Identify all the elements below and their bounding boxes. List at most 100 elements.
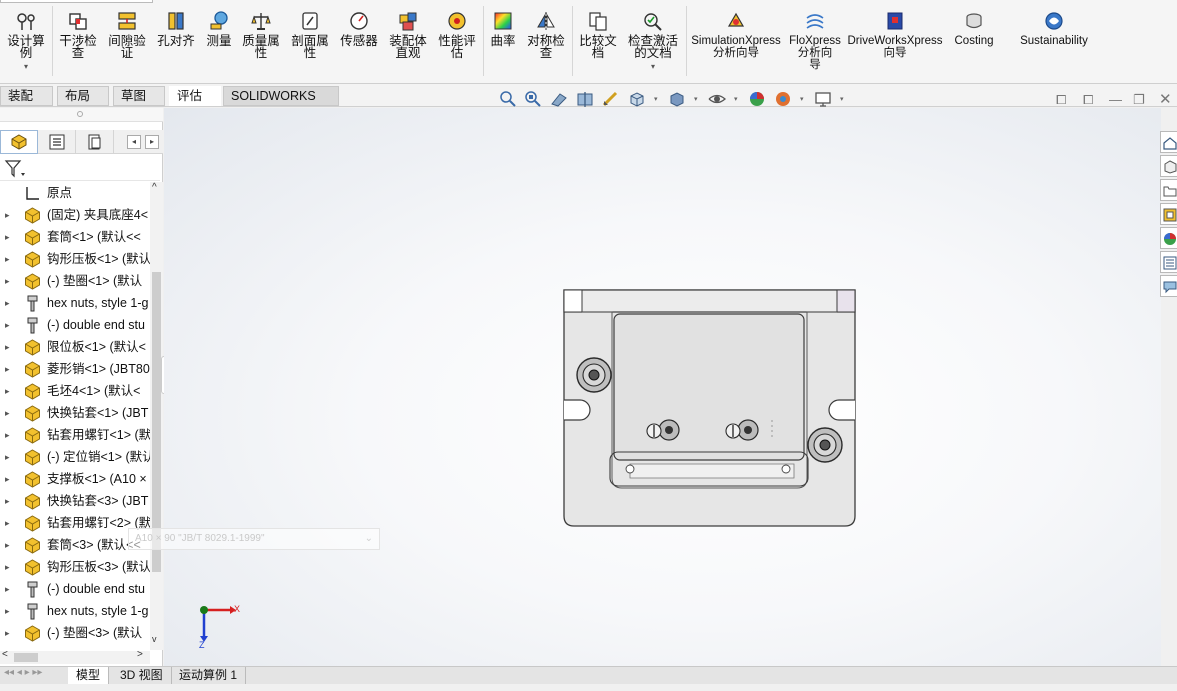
- scrollbar-thumb[interactable]: [14, 653, 38, 662]
- section-properties-button[interactable]: 剖面属 性: [288, 10, 332, 76]
- expand-arrow-icon[interactable]: ▸: [5, 424, 10, 446]
- tree-item[interactable]: ▸ 快换钻套<1> (JBT: [0, 402, 150, 424]
- design-study-button[interactable]: 设计算 例 ▾: [4, 10, 48, 76]
- tab-model[interactable]: 模型: [68, 667, 110, 684]
- close-icon[interactable]: ✕: [1159, 90, 1172, 108]
- zoom-to-area-icon[interactable]: [524, 90, 542, 108]
- chevron-down-icon[interactable]: ▾: [840, 95, 844, 103]
- hole-alignment-button[interactable]: 孔对齐: [154, 10, 198, 76]
- chevron-down-icon[interactable]: ▾: [734, 95, 738, 103]
- measure-button[interactable]: 测量: [202, 10, 236, 76]
- expand-arrow-icon[interactable]: ▸: [5, 380, 10, 402]
- scroll-right-icon[interactable]: >: [137, 649, 143, 660]
- filter-icon[interactable]: [4, 159, 26, 179]
- tree-item[interactable]: ▸ (-) double end stu: [0, 314, 150, 336]
- assembly-visualization-button[interactable]: 装配体 直观: [386, 10, 430, 76]
- expand-arrow-icon[interactable]: ▸: [5, 336, 10, 358]
- hide-show-items-icon[interactable]: [708, 90, 726, 108]
- interference-check-button[interactable]: 干涉检 查: [56, 10, 100, 76]
- edit-appearance-icon[interactable]: [748, 90, 766, 108]
- home-icon[interactable]: [1160, 131, 1177, 153]
- nav-arrows-icon[interactable]: ◂◂ ◂ ▸ ▸▸: [4, 667, 42, 678]
- scrollbar-thumb[interactable]: [152, 272, 161, 572]
- floxpress-button[interactable]: FloXpress 分析向 导: [786, 10, 844, 76]
- expand-arrow-icon[interactable]: ▸: [5, 490, 10, 512]
- tree-item[interactable]: ▸ hex nuts, style 1-g: [0, 600, 150, 622]
- mass-properties-button[interactable]: 质量属 性: [240, 10, 282, 76]
- tree-item[interactable]: ▸ 钩形压板<3> (默认: [0, 556, 150, 578]
- tree-item[interactable]: 原点: [0, 182, 150, 204]
- tab-configuration-manager[interactable]: [76, 130, 114, 154]
- expand-arrow-icon[interactable]: ▸: [5, 512, 10, 534]
- expand-arrow-icon[interactable]: ▸: [5, 314, 10, 336]
- forum-icon[interactable]: [1160, 275, 1177, 297]
- display-style-icon[interactable]: [668, 90, 686, 108]
- expand-arrow-icon[interactable]: ▸: [5, 358, 10, 380]
- tab-scroll-right-icon[interactable]: ▸: [145, 135, 159, 149]
- expand-arrow-icon[interactable]: ▸: [5, 270, 10, 292]
- tree-item[interactable]: ▸ hex nuts, style 1-g: [0, 292, 150, 314]
- sensor-button[interactable]: 传感器: [338, 10, 380, 76]
- expand-arrow-icon[interactable]: ▸: [5, 446, 10, 468]
- chevron-down-icon[interactable]: ▾: [694, 95, 698, 103]
- expand-arrow-icon[interactable]: ▸: [5, 534, 10, 556]
- previous-view-icon[interactable]: [550, 90, 568, 108]
- tree-item[interactable]: ▸ (-) double end stu: [0, 578, 150, 600]
- driveworksxpress-button[interactable]: DriveWorksXpress 向导: [846, 10, 944, 76]
- view-orientation-icon[interactable]: [628, 90, 646, 108]
- custom-properties-icon[interactable]: [1160, 251, 1177, 273]
- expand-arrow-icon[interactable]: ▸: [5, 226, 10, 248]
- tree-item[interactable]: ▸ (-) 定位销<1> (默认: [0, 446, 150, 468]
- tree-item[interactable]: ▸ 钻套用螺钉<1> (默: [0, 424, 150, 446]
- expand-arrow-icon[interactable]: ▸: [5, 402, 10, 424]
- sustainability-button[interactable]: Sustainability: [1012, 10, 1096, 76]
- expand-arrow-icon[interactable]: ▸: [5, 468, 10, 490]
- tree-item[interactable]: ▸ 套筒<1> (默认<<: [0, 226, 150, 248]
- tab-motion-study-1[interactable]: 运动算例 1: [171, 667, 247, 684]
- expand-arrow-icon[interactable]: ▸: [5, 622, 10, 644]
- tab-scroll-left-icon[interactable]: ◂: [127, 135, 141, 149]
- tree-item[interactable]: ▸ 支撑板<1> (A10 ×: [0, 468, 150, 490]
- scroll-down-icon[interactable]: v: [152, 634, 157, 644]
- minimize-icon[interactable]: —: [1109, 92, 1122, 107]
- tile-left-icon[interactable]: ⧠: [1056, 92, 1066, 108]
- tree-item[interactable]: ▸ (固定) 夹具底座4<: [0, 204, 150, 226]
- expand-arrow-icon[interactable]: ▸: [5, 292, 10, 314]
- chevron-down-icon[interactable]: ▾: [800, 95, 804, 103]
- tab-sketch[interactable]: 草图: [113, 86, 165, 106]
- tree-filter[interactable]: [0, 157, 160, 181]
- tile-right-icon[interactable]: ⧠: [1083, 92, 1093, 108]
- zoom-to-fit-icon[interactable]: [499, 90, 517, 108]
- scroll-up-icon[interactable]: ^: [152, 182, 157, 193]
- tree-vertical-scrollbar[interactable]: ^ v: [150, 182, 163, 650]
- expand-arrow-icon[interactable]: ▸: [5, 248, 10, 270]
- tab-layout[interactable]: 布局: [57, 86, 109, 106]
- costing-button[interactable]: Costing: [948, 10, 1000, 76]
- tree-item[interactable]: ▸ (-) 垫圈<3> (默认: [0, 622, 150, 644]
- performance-evaluation-button[interactable]: 性能评 估: [436, 10, 478, 76]
- check-active-document-button[interactable]: 检查激活 的文档 ▾: [624, 10, 682, 76]
- tree-item[interactable]: ▸ 限位板<1> (默认<: [0, 336, 150, 358]
- tab-property-manager[interactable]: [38, 130, 76, 154]
- expand-arrow-icon[interactable]: ▸: [5, 204, 10, 226]
- chevron-down-icon[interactable]: ▾: [651, 61, 655, 73]
- scroll-left-icon[interactable]: <: [2, 649, 8, 660]
- design-library-icon[interactable]: [1160, 155, 1177, 177]
- compare-documents-button[interactable]: 比较文 档: [576, 10, 620, 76]
- graphics-area[interactable]: X Z: [164, 108, 1161, 668]
- dynamic-annotation-icon[interactable]: [601, 90, 619, 108]
- tab-3d-view[interactable]: 3D 视图: [112, 667, 172, 684]
- apply-scene-icon[interactable]: [774, 90, 792, 108]
- tab-solidworks-addins[interactable]: SOLIDWORKS 插件: [223, 86, 339, 122]
- tree-item[interactable]: ▸ 菱形销<1> (JBT80: [0, 358, 150, 380]
- view-settings-icon[interactable]: [814, 90, 832, 108]
- chevron-down-icon[interactable]: ▾: [654, 95, 658, 103]
- chevron-down-icon[interactable]: ▾: [24, 61, 28, 73]
- expand-arrow-icon[interactable]: ▸: [5, 556, 10, 578]
- panel-grip[interactable]: [0, 108, 163, 122]
- tab-assembly[interactable]: 装配体: [0, 86, 53, 122]
- restore-icon[interactable]: ❐: [1133, 92, 1145, 108]
- expand-arrow-icon[interactable]: ▸: [5, 578, 10, 600]
- view-palette-icon[interactable]: [1160, 203, 1177, 225]
- tree-item[interactable]: ▸ (-) 垫圈<1> (默认: [0, 270, 150, 292]
